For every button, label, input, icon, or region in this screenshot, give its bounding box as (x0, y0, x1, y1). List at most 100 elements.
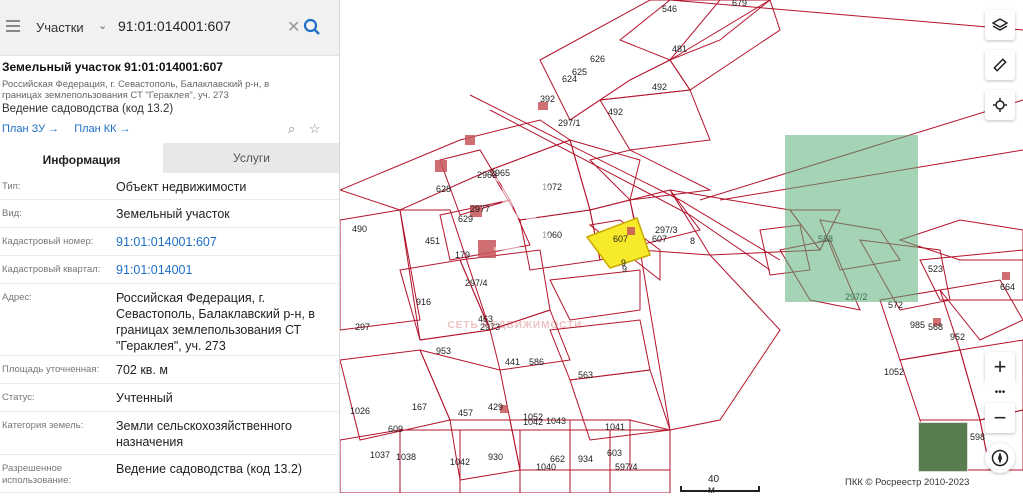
tool-icons: ⌕ ☆ (288, 121, 321, 137)
info-row-key: Разрешенное использование: (2, 463, 72, 486)
info-row-value: 702 кв. м (116, 363, 168, 377)
parcel-label: 1065 (340, 0, 360, 2)
info-row-link[interactable]: 91:01:014001:607 (116, 234, 336, 250)
copyright: ПКК © Росреестр 2010-2023 (845, 477, 970, 488)
parcel-label: 1041 (605, 422, 625, 432)
parcel-boundary[interactable] (899, 349, 981, 421)
tab-info[interactable]: Информация (0, 143, 163, 173)
scale-line (680, 486, 760, 492)
search-bar: Участки ⌄ ✕ (0, 0, 339, 56)
find-on-map-icon[interactable]: ⌕ (288, 121, 295, 136)
info-row-key: Кадастровый квартал: (2, 264, 101, 275)
building (1002, 272, 1010, 280)
parcel-label: 490 (352, 224, 367, 234)
parcel-label: 916 (416, 297, 431, 307)
parcel-label: 662 (550, 454, 565, 464)
parcel-label: 1052 (523, 412, 543, 422)
parcel-boundary[interactable] (599, 89, 711, 151)
clear-icon[interactable]: ✕ (287, 17, 300, 37)
parcel-label: 523 (928, 264, 943, 274)
parcel-label: 8 (690, 236, 695, 246)
parcel-label: 1037 (370, 450, 390, 460)
parcel-label: 598 (970, 432, 985, 442)
map-canvas[interactable]: 546679481626625624492392297/149210726286… (340, 0, 1023, 493)
parcel-label: 1052 (884, 367, 904, 377)
parcel-title: Земельный участок 91:01:014001:607 (2, 60, 223, 74)
locate-button[interactable] (985, 90, 1015, 120)
building (435, 160, 447, 172)
info-row-value: Земельный участок (116, 207, 230, 221)
tab-services[interactable]: Услуги (163, 143, 339, 173)
parcel-label: 167 (412, 402, 427, 412)
ruler-button[interactable] (985, 50, 1015, 80)
compass-button[interactable] (985, 443, 1015, 473)
info-row-value: Российская Федерация, г. Севастополь, Ба… (116, 291, 315, 353)
parcel-label: 297 (355, 322, 370, 332)
layers-button[interactable] (985, 10, 1015, 40)
parcel-label: 1038 (396, 452, 416, 462)
zoom-out-button[interactable]: − (985, 403, 1015, 433)
parcel-label: 9 (621, 258, 626, 268)
basemap-switcher-thumbnail[interactable] (918, 422, 968, 472)
parcel-label: 586 (529, 357, 544, 367)
parcel-boundary[interactable] (589, 149, 712, 201)
search-input[interactable] (118, 18, 278, 34)
parcel-label: 492 (652, 82, 667, 92)
watermark-letter: R (490, 152, 564, 274)
info-row: Разрешенное использование: Ведение садово… (0, 455, 339, 493)
star-icon[interactable]: ☆ (309, 121, 321, 136)
parcel-label: 624 (562, 74, 577, 84)
parcel-label: 297/1 (558, 118, 581, 128)
cadastral-map[interactable]: 546 679 481 626 625 624 492 392 297/1 492 1072 628 6… (340, 0, 1023, 493)
parcel-label: 609 (388, 424, 403, 434)
plan-zu-link[interactable]: План ЗУ → (2, 123, 59, 135)
parcel-label: 607 (652, 234, 667, 244)
parcel-purpose-short: Ведение садоводства (код 13.2) (2, 103, 174, 115)
parcel-boundary[interactable] (569, 59, 691, 121)
parcel-label: 628 (436, 184, 451, 194)
parcel-label: 664 (1000, 282, 1015, 292)
info-row-key: Вид: (2, 208, 22, 219)
parcel-label: 1026 (350, 406, 370, 416)
info-row-key: Тип: (2, 181, 21, 192)
info-row: Тип: Объект недвижимости (0, 173, 339, 200)
parcel-label: 2977 (470, 204, 490, 214)
building (627, 227, 635, 235)
info-row-link[interactable]: 91:01:014001 (116, 262, 336, 278)
info-row: Вид: Земельный участок (0, 200, 339, 228)
road-line (669, 0, 1023, 31)
info-row: Адрес: Российская Федерация, г. Севастопо… (0, 284, 339, 356)
info-row: Категория земель: Земли сельскохозяйствен… (0, 412, 339, 455)
plan-kk-link[interactable]: План КК → (74, 123, 130, 135)
parcel-address-short: Российская Федерация, г. Севастополь, Ба… (2, 79, 270, 101)
chevron-down-icon[interactable]: ⌄ (98, 19, 107, 32)
parcel-boundary[interactable] (539, 0, 721, 121)
parcel-boundary[interactable] (898, 219, 1023, 261)
parcel-boundary[interactable] (340, 429, 401, 493)
parcel-label: 441 (505, 357, 520, 367)
info-row-key: Статус: (2, 392, 35, 403)
category-select[interactable]: Участки (36, 20, 84, 35)
watermark-logo (785, 135, 918, 302)
info-row-key: Адрес: (2, 292, 32, 303)
parcel-label: 1043 (546, 416, 566, 426)
watermark-text: СЕТЬ НЕДВИЖИМОСТИ (447, 320, 583, 331)
parcel-label: 392 (540, 94, 555, 104)
locate-icon (993, 98, 1007, 112)
info-panel: Участки ⌄ ✕ Земельный участок 91:01:0140… (0, 0, 340, 493)
parcel-label: 626 (590, 54, 605, 64)
info-row-value: Земли сельскохозяйственного назначения (116, 419, 292, 449)
menu-icon[interactable] (6, 20, 20, 32)
parcel-label: 179 (455, 250, 470, 260)
info-row-value: Объект недвижимости (116, 180, 247, 194)
parcel-label: 934 (578, 454, 593, 464)
parcel-label: 481 (672, 44, 687, 54)
parcel-label: 429 (488, 402, 503, 412)
info-row: Статус: Учтенный (0, 384, 339, 412)
parcel-label: 679 (732, 0, 747, 8)
tab-bar: Информация Услуги (0, 143, 339, 173)
info-row-key: Площадь уточненная: (2, 364, 100, 375)
search-icon[interactable] (303, 18, 321, 36)
parcel-boundary[interactable] (549, 269, 641, 321)
info-row: Кадастровый номер: 91:01:014001:607 (0, 228, 339, 256)
